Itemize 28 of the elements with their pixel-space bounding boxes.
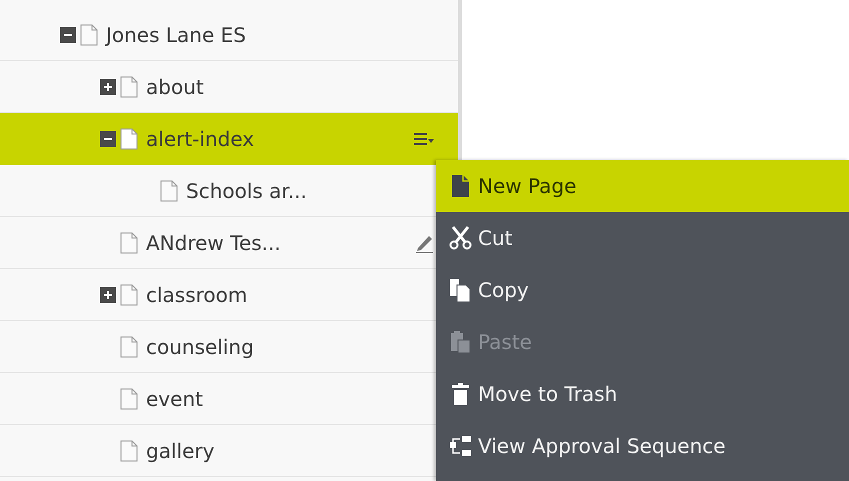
page-icon xyxy=(120,336,138,358)
menu-item[interactable]: New Page xyxy=(436,160,849,212)
page-icon xyxy=(120,76,138,98)
collapse-icon[interactable] xyxy=(100,130,116,146)
item-label: event xyxy=(146,386,203,412)
collapse-icon[interactable] xyxy=(60,26,76,42)
page-icon xyxy=(160,180,178,202)
item-label: classroom xyxy=(146,282,248,308)
page-icon xyxy=(120,232,138,254)
item-label: alert-index xyxy=(146,126,254,152)
expand-icon[interactable] xyxy=(100,286,116,302)
page-icon xyxy=(120,284,138,306)
tree-item[interactable]: alert-index xyxy=(0,113,458,165)
page-icon xyxy=(120,128,138,150)
tree-item[interactable]: Jones Lane ES xyxy=(0,9,458,61)
item-label: ANdrew Tes... xyxy=(146,230,281,256)
item-label: about xyxy=(146,74,204,100)
item-label: Jones Lane ES xyxy=(106,22,246,48)
page-icon xyxy=(120,388,138,410)
menu-icon[interactable] xyxy=(414,132,434,146)
page-icon xyxy=(80,24,98,46)
workflow-icon xyxy=(448,433,474,459)
scissors-icon xyxy=(448,225,474,251)
expand-icon[interactable] xyxy=(100,78,116,94)
item-label: Schools ar... xyxy=(186,178,307,204)
page-icon xyxy=(120,440,138,462)
item-label: counseling xyxy=(146,334,254,360)
item-label: gallery xyxy=(146,438,214,464)
